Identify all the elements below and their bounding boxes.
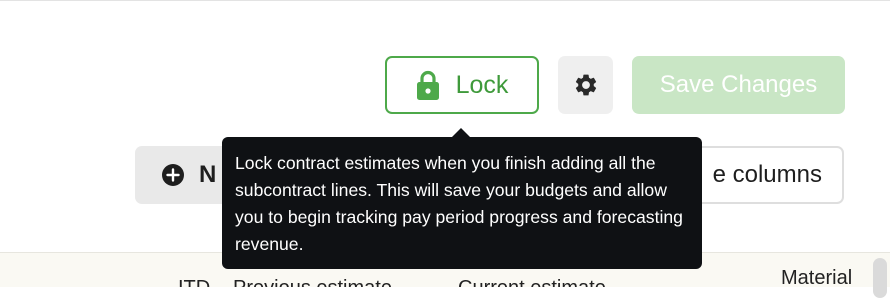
columns-button-label: e columns bbox=[712, 161, 822, 188]
lock-button-label: Lock bbox=[455, 70, 509, 99]
plus-circle-icon bbox=[161, 163, 185, 187]
save-changes-button[interactable]: Save Changes bbox=[632, 56, 845, 114]
lock-icon bbox=[416, 70, 440, 100]
gear-icon bbox=[573, 72, 599, 98]
save-changes-label: Save Changes bbox=[659, 71, 818, 98]
lock-button[interactable]: Lock bbox=[385, 56, 539, 114]
tooltip-text: Lock contract estimates when you finish … bbox=[235, 153, 683, 254]
vertical-scrollbar[interactable] bbox=[873, 258, 887, 298]
lock-tooltip: Lock contract estimates when you finish … bbox=[222, 137, 702, 269]
top-divider bbox=[0, 0, 890, 1]
column-header-material: Material bbox=[781, 267, 853, 287]
settings-button[interactable] bbox=[558, 56, 613, 114]
new-item-label: N bbox=[199, 161, 217, 188]
